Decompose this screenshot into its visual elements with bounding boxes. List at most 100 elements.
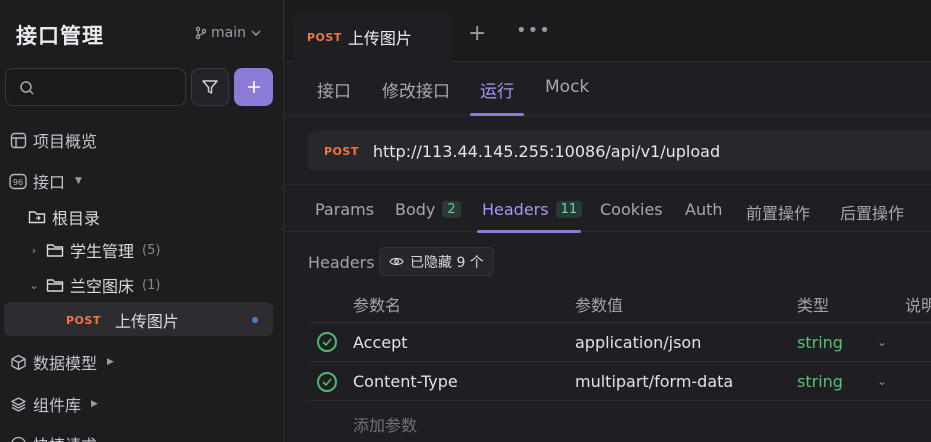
request-tabs: Params Body 2 Headers 11 Cookies Auth 前置操作… xyxy=(285,184,931,233)
sidebar-title: 接口管理 xyxy=(16,24,104,48)
nav-label: 数据模型 xyxy=(33,354,98,373)
tab-upload-image[interactable]: POST 上传图片 xyxy=(294,12,451,62)
tab-label: Cookies xyxy=(600,200,663,219)
nav-label: 项目概览 xyxy=(33,132,98,151)
tab-label: 上传图片 xyxy=(347,29,412,48)
tab-label: 前置操作 xyxy=(746,204,811,223)
folder-label: 学生管理 xyxy=(70,242,135,261)
folder-icon xyxy=(46,243,64,257)
folder-label: 兰空图床 xyxy=(70,277,135,296)
header-value-cell[interactable]: multipart/form-data xyxy=(575,372,733,391)
add-button[interactable] xyxy=(234,68,273,106)
endpoint-label: 上传图片 xyxy=(114,312,179,331)
more-icon[interactable]: ••• xyxy=(516,20,551,41)
folder-count: (5) xyxy=(142,242,161,258)
tab-label: Body xyxy=(395,200,436,219)
tab-label: 后置操作 xyxy=(840,204,905,223)
tree-folder-image-host[interactable]: ⌄ 兰空图床 (1) xyxy=(28,273,160,297)
main-panel: POST 上传图片 + ••• 接口 修改接口 运行 Mock POST htt… xyxy=(285,0,931,442)
sidebar: 接口管理 main 项目概览 96 接口 ▼ 根目录 › 学生管理 (5) ⌄ … xyxy=(0,0,284,442)
hidden-headers-toggle[interactable]: 已隐藏 9 个 xyxy=(379,247,494,276)
count-badge: 2 xyxy=(442,201,461,218)
svg-text:96: 96 xyxy=(13,178,23,187)
tab-method: POST xyxy=(307,30,342,44)
check-icon xyxy=(322,378,332,386)
chevron-down-icon[interactable]: ⌄ xyxy=(877,374,887,388)
root-folder-icon xyxy=(28,211,46,224)
tab-label: Headers xyxy=(482,200,549,219)
layers-icon xyxy=(9,395,27,413)
branch-selector[interactable]: main xyxy=(195,25,262,41)
caret-right-icon: ▶ xyxy=(91,399,98,409)
folder-count: (1) xyxy=(142,277,161,293)
tab-headers[interactable]: Headers 11 xyxy=(482,200,583,219)
git-branch-icon xyxy=(195,26,207,40)
overview-icon xyxy=(9,131,27,149)
nav-data-models[interactable]: 数据模型 ▶ xyxy=(9,350,114,374)
tab-pre-processors[interactable]: 前置操作 xyxy=(746,200,810,224)
subtab-api[interactable]: 接口 xyxy=(317,77,351,102)
chevron-down-icon[interactable]: ⌄ xyxy=(877,335,887,349)
plus-icon xyxy=(247,81,260,93)
col-param-name: 参数名 xyxy=(353,296,402,315)
search-icon xyxy=(20,81,34,95)
hidden-count-label: 已隐藏 9 个 xyxy=(410,254,484,271)
nav-components[interactable]: 组件库 ▶ xyxy=(9,392,98,416)
row-divider xyxy=(308,322,931,323)
method-badge: POST xyxy=(66,313,101,327)
subtab-edit-api[interactable]: 修改接口 xyxy=(382,77,450,102)
col-description: 说明 xyxy=(905,296,931,315)
nav-label: 组件库 xyxy=(33,396,82,415)
filter-icon xyxy=(202,80,218,94)
eye-icon xyxy=(389,257,404,266)
row-divider xyxy=(308,400,931,401)
search-input[interactable] xyxy=(5,68,186,106)
tree-endpoint-content: POST 上传图片 xyxy=(66,308,179,332)
request-method[interactable]: POST xyxy=(324,145,359,158)
row-enabled-checkbox[interactable] xyxy=(317,372,337,392)
cube-icon xyxy=(9,353,27,371)
subtab-active-indicator xyxy=(470,113,524,116)
header-name-cell[interactable]: Content-Type xyxy=(353,372,458,391)
tab-post-processors[interactable]: 后置操作 xyxy=(840,200,904,224)
filter-button[interactable] xyxy=(191,68,229,106)
header-type-cell[interactable]: string xyxy=(797,333,843,352)
col-param-value: 参数值 xyxy=(575,296,624,315)
nav-quick-request[interactable]: 快捷请求 xyxy=(9,432,97,442)
nav-apis[interactable]: 96 接口 ▼ xyxy=(9,169,82,193)
tab-auth[interactable]: Auth xyxy=(685,200,723,219)
nav-label: 接口 xyxy=(33,173,66,192)
row-divider xyxy=(308,361,931,362)
subtab-run[interactable]: 运行 xyxy=(480,77,514,102)
caret-right-icon: ▶ xyxy=(107,357,114,367)
caret-down-icon: ▼ xyxy=(75,176,82,186)
tree-folder-student[interactable]: › 学生管理 (5) xyxy=(28,238,161,262)
chevron-down-icon xyxy=(251,30,261,36)
tab-label: Params xyxy=(315,200,375,219)
nav-project-overview[interactable]: 项目概览 xyxy=(9,128,97,152)
row-enabled-checkbox[interactable] xyxy=(317,332,337,352)
url-bar[interactable]: POST http://113.44.145.255:10086/api/v1/… xyxy=(308,131,931,171)
tab-params[interactable]: Params xyxy=(315,200,374,219)
folder-open-icon xyxy=(46,278,64,292)
header-name-cell[interactable]: Accept xyxy=(353,333,408,352)
subtab-mock[interactable]: Mock xyxy=(545,77,589,97)
lightning-icon xyxy=(9,435,27,442)
tab-body[interactable]: Body 2 xyxy=(395,200,461,219)
count-badge: 11 xyxy=(555,201,583,218)
add-param-input[interactable]: 添加参数 xyxy=(353,412,417,436)
chevron-right-icon: › xyxy=(31,243,37,257)
tree-root-label: 根目录 xyxy=(52,209,101,228)
tab-cookies[interactable]: Cookies xyxy=(600,200,663,219)
chevron-down-icon: ⌄ xyxy=(29,278,39,292)
tree-root[interactable]: 根目录 xyxy=(28,205,100,229)
new-tab-button[interactable]: + xyxy=(468,21,486,46)
header-type-cell[interactable]: string xyxy=(797,372,843,391)
check-icon xyxy=(322,338,332,346)
request-url[interactable]: http://113.44.145.255:10086/api/v1/uploa… xyxy=(373,142,720,161)
branch-name: main xyxy=(211,25,246,41)
col-type: 类型 xyxy=(797,296,830,315)
header-value-cell[interactable]: application/json xyxy=(575,333,701,352)
tab-bar: POST 上传图片 + ••• xyxy=(285,0,931,62)
headers-section-label: Headers xyxy=(308,253,375,272)
